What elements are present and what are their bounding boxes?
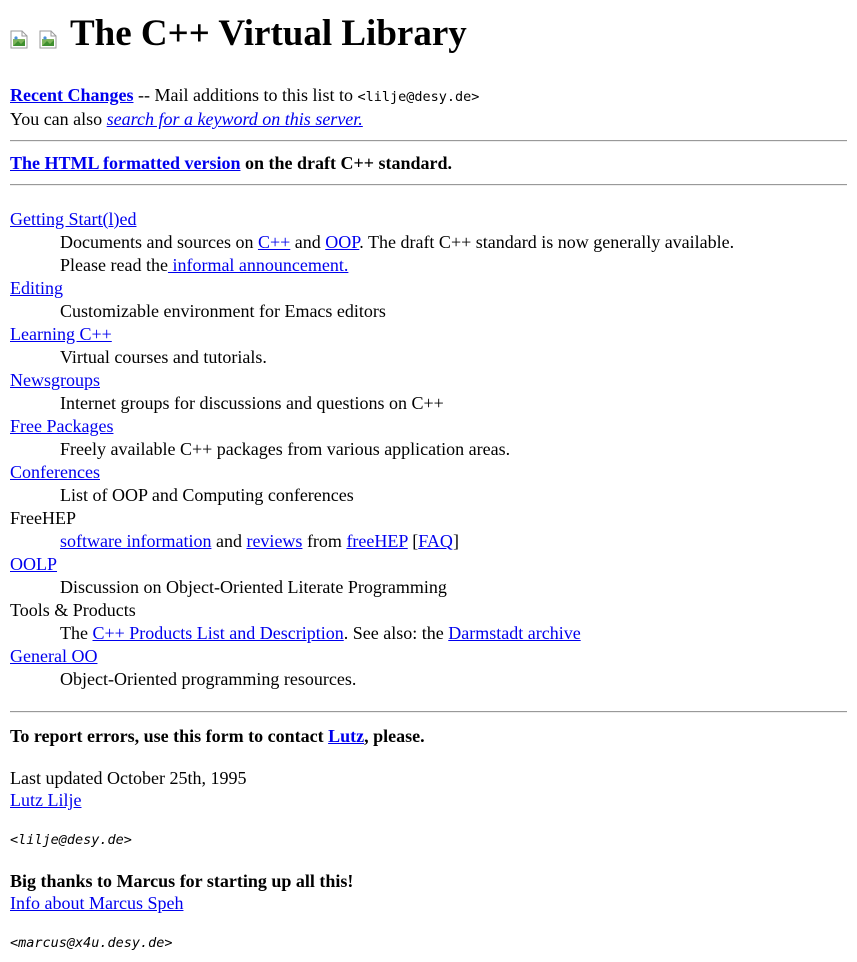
newsgroups-link[interactable]: Newsgroups (10, 370, 100, 390)
conferences-link[interactable]: Conferences (10, 462, 100, 482)
freehep-desc: software information and reviews from fr… (60, 530, 847, 553)
report-errors-line: To report errors, use this form to conta… (10, 725, 847, 747)
lutz-lilje-link[interactable]: Lutz Lilje (10, 790, 81, 810)
draft-line: The HTML formatted version on the draft … (10, 152, 847, 174)
editing-desc: Customizable environment for Emacs edito… (60, 301, 386, 321)
search-keyword-link[interactable]: search for a keyword on this server. (107, 109, 363, 129)
freehep-term: FreeHEP (10, 508, 76, 528)
mail-text: -- Mail additions to this list to (133, 85, 358, 105)
intro-line-1: Recent Changes -- Mail additions to this… (10, 84, 847, 108)
contact-lutz-link[interactable]: Lutz (328, 726, 364, 746)
also-text: You can also (10, 109, 107, 129)
draft-text: on the draft C++ standard. (240, 153, 453, 173)
desc-text: and (211, 531, 247, 551)
desc-text: [ (407, 531, 419, 551)
freehep-link[interactable]: freeHEP (346, 531, 407, 551)
getting-started-desc: Documents and sources on C++ and OOP. Th… (60, 231, 847, 277)
report-text: , please. (364, 726, 425, 746)
resource-list: Getting Start(l)ed Documents and sources… (10, 208, 847, 691)
report-text: To report errors, use this form to conta… (10, 726, 329, 746)
cpp-link[interactable]: C++ (258, 232, 290, 252)
title-row: The C++ Virtual Library (10, 0, 847, 70)
marcus-address: <marcus@x4u.desy.de> (10, 935, 173, 951)
software-info-link[interactable]: software information (60, 531, 211, 551)
desc-text: and (290, 232, 326, 252)
learning-cpp-link[interactable]: Learning C++ (10, 324, 112, 344)
desc-text: from (302, 531, 347, 551)
learning-desc: Virtual courses and tutorials. (60, 347, 267, 367)
last-updated: Last updated October 25th, 1995 (10, 768, 247, 788)
desc-text: The (60, 623, 93, 643)
desc-text: Please read the (60, 255, 168, 275)
editing-link[interactable]: Editing (10, 278, 63, 298)
newsgroups-desc: Internet groups for discussions and ques… (60, 393, 444, 413)
author-address: <lilje@desy.de> (10, 832, 132, 848)
html-version-link[interactable]: The HTML formatted version (10, 153, 240, 173)
desc-text: Documents and sources on (60, 232, 258, 252)
free-packages-link[interactable]: Free Packages (10, 416, 113, 436)
page-title: The C++ Virtual Library (70, 12, 467, 54)
oop-link[interactable]: OOP (325, 232, 359, 252)
page: The C++ Virtual Library Recent Changes -… (0, 0, 857, 954)
tools-term: Tools & Products (10, 600, 136, 620)
desc-text: . See also: the (343, 623, 449, 643)
mail-address: <lilje@desy.de> (357, 89, 480, 105)
general-oo-desc: Object-Oriented programming resources. (60, 669, 357, 689)
products-list-link[interactable]: C++ Products List and Description (92, 623, 343, 643)
general-oo-link[interactable]: General OO (10, 646, 97, 666)
conferences-desc: List of OOP and Computing conferences (60, 485, 354, 505)
thanks-line: Big thanks to Marcus for starting up all… (10, 871, 354, 891)
oolp-link[interactable]: OOLP (10, 554, 57, 574)
desc-text: ] (452, 531, 459, 551)
getting-started-link[interactable]: Getting Start(l)ed (10, 209, 136, 229)
reviews-link[interactable]: reviews (246, 531, 302, 551)
faq-link[interactable]: FAQ (418, 531, 453, 551)
announcement-link[interactable]: informal announcement. (168, 255, 348, 275)
tools-desc: The C++ Products List and Description. S… (60, 622, 847, 645)
oolp-desc: Discussion on Object-Oriented Literate P… (60, 577, 447, 597)
marcus-speh-link[interactable]: Info about Marcus Speh (10, 893, 183, 913)
darmstadt-archive-link[interactable]: Darmstadt archive (448, 623, 580, 643)
intro-line-2: You can also search for a keyword on thi… (10, 108, 847, 130)
broken-image-icon (39, 30, 58, 49)
desc-text: . The draft C++ standard is now generall… (359, 232, 735, 252)
recent-changes-link[interactable]: Recent Changes (10, 85, 134, 105)
broken-image-icon (10, 30, 29, 49)
free-packages-desc: Freely available C++ packages from vario… (60, 439, 511, 459)
